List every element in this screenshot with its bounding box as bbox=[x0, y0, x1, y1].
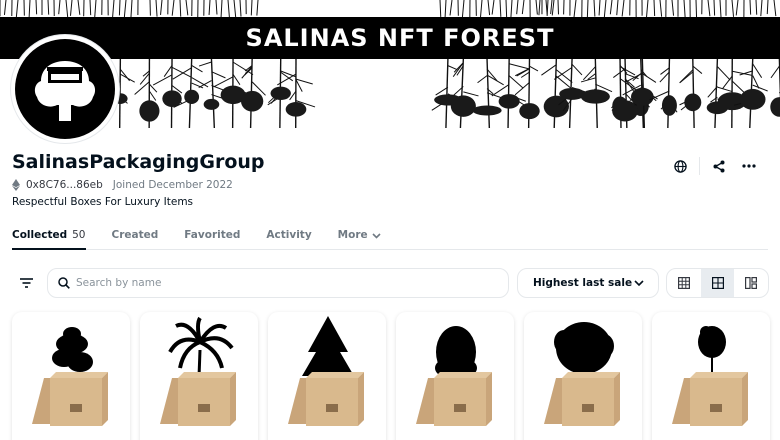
chevron-down-icon bbox=[634, 280, 644, 286]
share-button[interactable] bbox=[704, 156, 734, 176]
more-icon bbox=[742, 164, 756, 168]
nft-card[interactable] bbox=[524, 312, 642, 440]
profile-actions bbox=[665, 156, 764, 176]
tab-label: Collected bbox=[12, 229, 68, 241]
chevron-down-icon bbox=[372, 233, 381, 239]
tab-label: Created bbox=[111, 229, 159, 241]
joined-date: Joined December 2022 bbox=[112, 179, 233, 191]
tab-collected[interactable]: Collected 50 bbox=[12, 226, 86, 250]
nft-card[interactable] bbox=[12, 312, 130, 440]
sort-dropdown[interactable]: Highest last sale bbox=[517, 268, 659, 298]
tab-activity[interactable]: Activity bbox=[266, 226, 311, 250]
more-options-button[interactable] bbox=[734, 156, 764, 176]
tab-favorited[interactable]: Favorited bbox=[184, 226, 240, 250]
avatar bbox=[11, 35, 119, 143]
profile-meta: 0x8C76...86eb Joined December 2022 bbox=[12, 179, 233, 191]
search-box[interactable] bbox=[47, 268, 509, 298]
mosaic-icon bbox=[745, 277, 758, 289]
tab-more[interactable]: More bbox=[338, 226, 381, 250]
search-input[interactable] bbox=[76, 277, 476, 289]
view-small-grid-button[interactable] bbox=[700, 269, 735, 297]
profile-bio: Respectful Boxes For Luxury Items bbox=[12, 196, 194, 208]
view-large-grid-button[interactable] bbox=[667, 269, 701, 297]
search-icon bbox=[58, 277, 70, 289]
nft-image bbox=[672, 326, 748, 426]
grid-large-icon bbox=[677, 277, 690, 289]
nft-image bbox=[416, 326, 492, 426]
tab-count: 50 bbox=[72, 229, 86, 241]
view-mosaic-button[interactable] bbox=[734, 269, 768, 297]
nft-image bbox=[32, 327, 108, 426]
nft-card[interactable] bbox=[268, 312, 386, 440]
nft-grid bbox=[12, 312, 770, 440]
nft-card[interactable] bbox=[396, 312, 514, 440]
profile-banner: SALINAS NFT FOREST bbox=[0, 0, 780, 128]
share-icon bbox=[713, 160, 725, 172]
sort-selected: Highest last sale bbox=[533, 277, 633, 289]
filter-button[interactable] bbox=[12, 270, 40, 296]
filter-icon bbox=[19, 278, 33, 288]
tree-logo-icon bbox=[15, 39, 115, 139]
nft-image bbox=[544, 322, 620, 426]
banner-title: SALINAS NFT FOREST bbox=[245, 24, 555, 52]
website-button[interactable] bbox=[665, 156, 695, 176]
nft-image bbox=[160, 316, 236, 426]
nft-card[interactable] bbox=[140, 312, 258, 440]
ethereum-icon bbox=[12, 179, 20, 191]
tab-created[interactable]: Created bbox=[112, 226, 159, 250]
tab-label: Activity bbox=[266, 229, 312, 241]
profile-tabs: Collected 50 Created Favorited Activity … bbox=[12, 226, 768, 250]
banner-strip: SALINAS NFT FOREST bbox=[0, 17, 780, 59]
profile-name: SalinasPackagingGroup bbox=[12, 151, 265, 173]
wallet-address[interactable]: 0x8C76...86eb bbox=[26, 179, 103, 191]
nft-card[interactable] bbox=[652, 312, 770, 440]
divider bbox=[699, 157, 700, 175]
tab-label: Favorited bbox=[184, 229, 241, 241]
tab-label: More bbox=[337, 229, 368, 241]
globe-icon bbox=[673, 159, 687, 173]
nft-image bbox=[288, 316, 364, 426]
grid-small-icon bbox=[711, 277, 724, 289]
view-toggle bbox=[666, 268, 769, 298]
